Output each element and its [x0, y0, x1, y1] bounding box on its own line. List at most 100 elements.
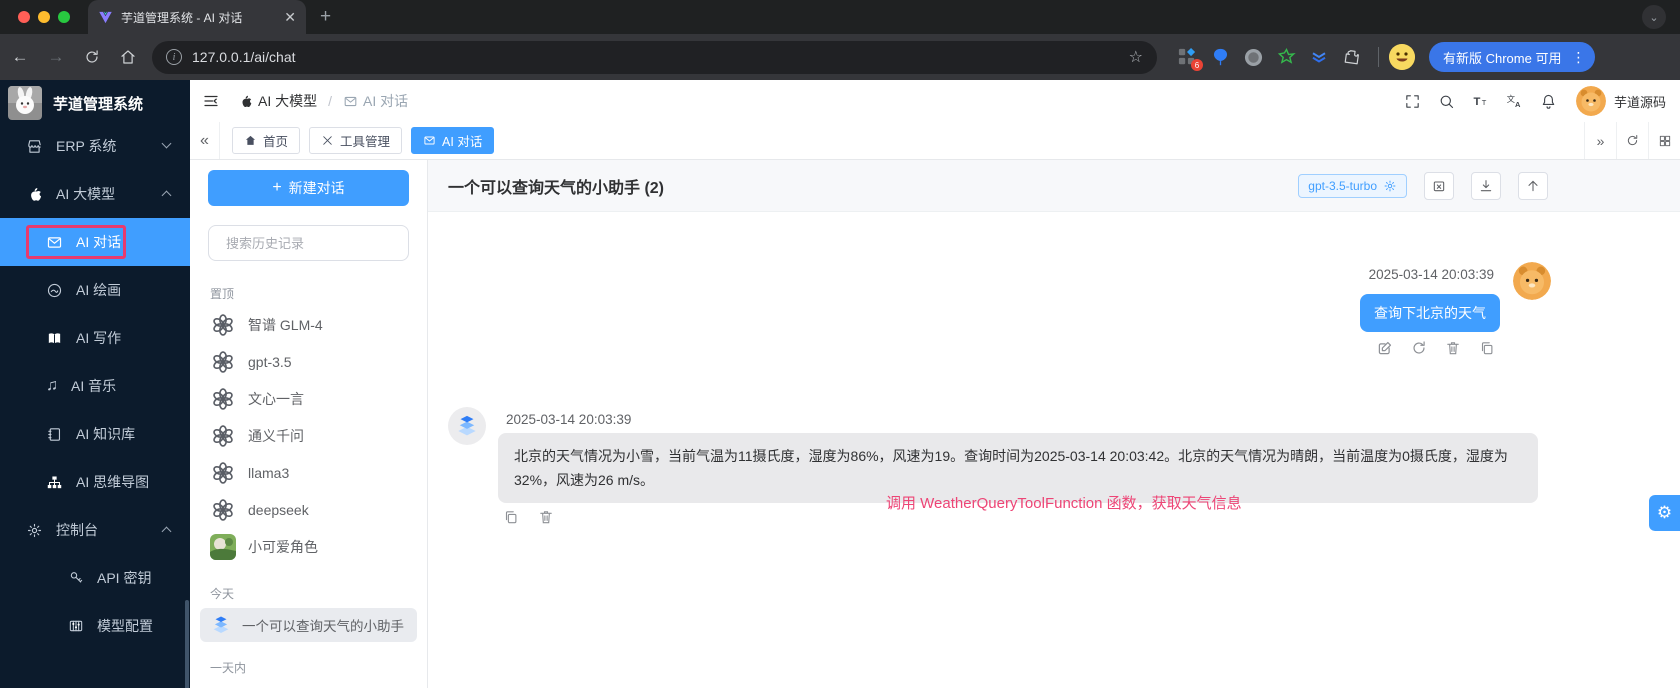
extension-chevrons-icon[interactable] — [1309, 47, 1329, 67]
sidebar-item-ai-music[interactable]: ♫ AI 音乐 — [0, 362, 190, 410]
assistant-icon — [210, 614, 232, 636]
sidebar-item-ai-chat[interactable]: AI 对话 — [0, 218, 190, 266]
section-today-label: 今天 — [210, 587, 235, 601]
conversation-item[interactable]: 通义千问 — [190, 417, 427, 454]
conversation-item[interactable]: 智谱 GLM-4 — [190, 306, 427, 343]
browser-profile-avatar[interactable] — [1389, 44, 1415, 70]
breadcrumb-current-label: AI 对话 — [363, 93, 409, 109]
sidebar-item-label: AI 思维导图 — [76, 474, 150, 490]
history-search[interactable] — [208, 225, 409, 261]
font-size-icon[interactable]: TT — [1464, 84, 1498, 118]
sidebar-item-label: 控制台 — [56, 522, 98, 538]
chevron-up-icon — [161, 190, 172, 201]
extension-star-icon[interactable] — [1276, 47, 1296, 67]
chrome-update-label: 有新版 Chrome 可用 — [1443, 50, 1562, 66]
site-info-icon[interactable]: i — [166, 49, 182, 65]
model-select-pill[interactable]: gpt-3.5-turbo — [1298, 173, 1407, 198]
scroll-to-top-button[interactable] — [1518, 171, 1548, 200]
settings-drawer-button[interactable]: ⚙ — [1649, 495, 1680, 531]
breadcrumb: AI 大模型 / AI 对话 — [238, 91, 408, 111]
notebook-icon — [48, 427, 61, 441]
tag-refresh-icon[interactable] — [1616, 122, 1648, 159]
draw-icon — [47, 283, 62, 297]
close-window-button[interactable] — [18, 11, 30, 23]
app-logo-row[interactable]: 芋道管理系统 — [0, 80, 190, 122]
copy-icon[interactable] — [1478, 339, 1496, 357]
url-text[interactable]: 127.0.0.1/ai/chat — [192, 49, 1119, 65]
browser-tab[interactable]: 芋道管理系统 - AI 对话 ✕ — [88, 0, 306, 34]
chrome-update-chip[interactable]: 有新版 Chrome 可用 ⋮ — [1429, 42, 1596, 72]
sidebar-item-ai-write[interactable]: AI 写作 — [0, 314, 190, 362]
new-chat-button[interactable]: + 新建对话 — [208, 170, 409, 206]
conversation-item[interactable]: deepseek — [190, 491, 427, 528]
mail-icon — [343, 94, 358, 109]
download-button[interactable] — [1471, 171, 1501, 200]
refresh-icon[interactable] — [1410, 339, 1428, 357]
search-icon[interactable] — [1430, 84, 1464, 118]
breadcrumb-parent[interactable]: AI 大模型 — [238, 91, 317, 111]
conversation-item[interactable]: 文心一言 — [190, 380, 427, 417]
extension-balloon-icon[interactable] — [1210, 47, 1230, 67]
extension-circle-icon[interactable] — [1243, 47, 1263, 67]
conversation-name: deepseek — [248, 501, 309, 518]
conversation-item[interactable]: gpt-3.5 — [190, 343, 427, 380]
tab-close-icon[interactable]: ✕ — [284, 9, 296, 26]
tag-tool-manage[interactable]: 工具管理 — [309, 127, 403, 154]
sidebar-item-model-config[interactable]: 模型配置 — [0, 602, 190, 650]
app-logo — [8, 86, 42, 120]
user-name[interactable]: 芋道源码 — [1614, 92, 1666, 111]
tab-search-button[interactable]: ⌄ — [1642, 5, 1666, 29]
notification-bell-icon[interactable] — [1532, 84, 1566, 118]
forward-icon[interactable]: → — [40, 41, 72, 73]
tags-scroll-right-icon[interactable]: » — [1584, 122, 1616, 159]
extensions-puzzle-icon[interactable] — [1342, 47, 1362, 67]
home-icon[interactable] — [112, 41, 144, 73]
openai-icon — [210, 386, 236, 412]
delete-icon[interactable] — [537, 508, 555, 526]
tag-layout-icon[interactable] — [1648, 122, 1680, 159]
sidebar-item-ai-draw[interactable]: AI 绘画 — [0, 266, 190, 314]
sidebar-item-ai-model[interactable]: AI 大模型 — [0, 170, 190, 218]
conversation-name: 文心一言 — [248, 390, 304, 407]
sidebar-item-api-key[interactable]: API 密钥 — [0, 554, 190, 602]
sidebar-item-erp[interactable]: ERP 系统 — [0, 122, 190, 170]
delete-icon[interactable] — [1444, 339, 1462, 357]
collapse-menu-icon[interactable] — [196, 86, 226, 116]
user-avatar[interactable] — [1575, 86, 1606, 116]
conversation-item[interactable]: 小可爱角色 — [190, 528, 427, 565]
fullscreen-icon[interactable] — [1396, 84, 1430, 118]
conversation-item-active[interactable]: 一个可以查询天气的小助手 — [200, 608, 417, 642]
breadcrumb-parent-label: AI 大模型 — [258, 93, 318, 109]
sidebar-scrollbar[interactable] — [185, 600, 189, 688]
sidebar-item-console[interactable]: 控制台 — [0, 506, 190, 554]
gear-icon[interactable] — [1383, 179, 1397, 193]
tag-home[interactable]: 首页 — [232, 127, 301, 154]
copy-icon[interactable] — [502, 508, 520, 526]
user-message-bubble: 查询下北京的天气 — [1360, 294, 1500, 332]
maximize-window-button[interactable] — [58, 11, 70, 23]
extension-tampermonkey-icon[interactable]: 6 — [1177, 47, 1203, 71]
window-controls[interactable] — [18, 11, 74, 23]
back-icon[interactable]: ← — [4, 41, 36, 73]
clear-conversation-button[interactable] — [1424, 171, 1454, 200]
mail-icon — [46, 234, 63, 251]
key-icon — [70, 572, 83, 583]
apple-icon — [242, 95, 252, 107]
openai-icon — [210, 423, 236, 449]
history-search-input[interactable] — [226, 235, 402, 251]
bookmark-star-icon[interactable]: ☆ — [1129, 47, 1143, 67]
sidebar-item-ai-mindmap[interactable]: AI 思维导图 — [0, 458, 190, 506]
translate-icon[interactable]: 文A — [1498, 84, 1532, 118]
sidebar-item-ai-knowledge[interactable]: AI 知识库 — [0, 410, 190, 458]
conversation-item[interactable]: llama3 — [190, 454, 427, 491]
tag-ai-chat[interactable]: AI 对话 — [411, 127, 495, 154]
edit-icon[interactable] — [1376, 339, 1394, 357]
new-tab-button[interactable]: + — [320, 6, 331, 28]
reload-icon[interactable] — [76, 41, 108, 73]
browser-menu-icon[interactable]: ⋮ — [1567, 49, 1589, 66]
user-message-time: 2025-03-14 20:03:39 — [1368, 267, 1494, 282]
chat-title-bar: 一个可以查询天气的小助手 (2) gpt-3.5-turbo — [428, 160, 1680, 212]
url-bar[interactable]: i 127.0.0.1/ai/chat ☆ — [152, 40, 1157, 74]
tags-scroll-left-icon[interactable]: « — [190, 122, 220, 159]
minimize-window-button[interactable] — [38, 11, 50, 23]
